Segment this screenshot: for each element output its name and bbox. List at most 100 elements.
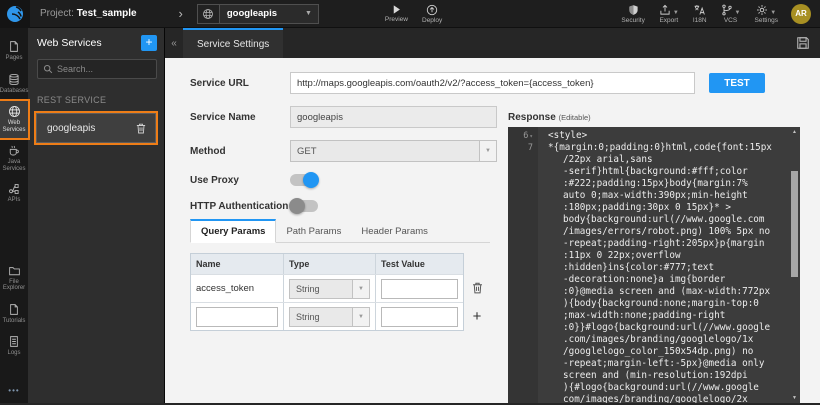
deploy-upload-icon bbox=[426, 4, 438, 16]
column-header-type: Type bbox=[284, 254, 376, 274]
chevron-down-icon: ▼ bbox=[673, 10, 679, 16]
branch-icon bbox=[721, 4, 733, 16]
table-header-row: Name Type Test Value bbox=[191, 254, 463, 274]
deploy-button[interactable]: Deploy bbox=[422, 4, 442, 24]
gear-icon bbox=[756, 4, 768, 16]
page-icon bbox=[8, 40, 20, 53]
search-icon bbox=[43, 64, 53, 74]
service-url-label: Service URL bbox=[190, 78, 290, 89]
sidebar-item-logs[interactable]: Logs bbox=[0, 331, 28, 362]
scroll-up-arrow[interactable]: ▲ bbox=[789, 129, 800, 135]
export-button[interactable]: ▼ Export bbox=[659, 4, 679, 24]
column-header-name: Name bbox=[191, 254, 284, 274]
response-label: Response (Editable) bbox=[508, 112, 820, 123]
use-proxy-toggle[interactable] bbox=[290, 174, 318, 186]
trash-icon bbox=[471, 281, 484, 295]
api-nodes-icon bbox=[8, 183, 20, 195]
service-list-item-googleapis[interactable]: googleapis bbox=[36, 113, 156, 143]
tab-bar: « Service Settings bbox=[165, 28, 820, 58]
new-param-test-value-input[interactable] bbox=[381, 307, 458, 327]
sidebar-more-button[interactable]: ••• bbox=[0, 386, 28, 395]
chevron-down-icon: ▼ bbox=[352, 308, 369, 326]
new-param-name-input[interactable] bbox=[196, 307, 278, 327]
add-service-button[interactable]: + bbox=[141, 35, 157, 51]
test-button[interactable]: TEST bbox=[709, 73, 765, 93]
play-icon bbox=[391, 4, 402, 15]
translate-icon bbox=[693, 4, 706, 16]
project-name: Test_sample bbox=[77, 8, 137, 19]
http-auth-label: HTTP Authentication bbox=[190, 201, 290, 212]
sidebar-item-file-explorer[interactable]: File Explorer bbox=[0, 261, 28, 297]
security-button[interactable]: Security bbox=[621, 4, 644, 24]
query-params-table: Name Type Test Value access_token String… bbox=[190, 253, 464, 331]
use-proxy-label: Use Proxy bbox=[190, 175, 290, 186]
http-authentication-toggle[interactable] bbox=[290, 200, 318, 212]
scrollbar-thumb[interactable] bbox=[791, 171, 798, 277]
shield-icon bbox=[628, 4, 639, 16]
table-row: String ▼ bbox=[191, 302, 463, 330]
tab-query-params[interactable]: Query Params bbox=[190, 219, 276, 243]
chevron-down-icon: ▼ bbox=[352, 280, 369, 298]
selected-service: googleapis bbox=[220, 8, 305, 19]
top-bar: Project: Test_sample › googleapis ▼ Prev… bbox=[0, 0, 820, 28]
method-select[interactable]: GET ▼ bbox=[290, 140, 497, 162]
search-input[interactable] bbox=[57, 64, 151, 74]
globe-icon bbox=[8, 105, 21, 118]
sidebar-item-java-services[interactable]: Java Services bbox=[0, 140, 28, 177]
panel-title: Web Services bbox=[37, 37, 141, 49]
globe-icon bbox=[198, 5, 220, 23]
response-editor[interactable]: 6▾<style>7*{margin:0;padding:0}html,code… bbox=[508, 127, 800, 403]
settings-button[interactable]: ▼ Settings bbox=[755, 4, 779, 24]
param-test-value-input[interactable] bbox=[381, 279, 458, 299]
scroll-down-arrow[interactable]: ▼ bbox=[789, 395, 800, 401]
service-url-input[interactable] bbox=[290, 72, 695, 94]
user-avatar[interactable]: AR bbox=[791, 4, 811, 24]
service-selector-dropdown[interactable]: googleapis ▼ bbox=[197, 4, 319, 24]
page-icon bbox=[8, 303, 20, 316]
document-lines-icon bbox=[8, 335, 20, 348]
app-logo[interactable] bbox=[0, 0, 30, 28]
vcs-button[interactable]: ▼ VCS bbox=[721, 4, 741, 24]
editor-scrollbar[interactable]: ▲ ▼ bbox=[789, 127, 800, 403]
rest-service-section-label: REST SERVICE bbox=[37, 95, 155, 105]
folder-icon bbox=[8, 265, 21, 277]
method-label: Method bbox=[190, 146, 290, 157]
service-name-label: Service Name bbox=[190, 112, 290, 123]
param-type-select[interactable]: String ▼ bbox=[289, 279, 370, 299]
tab-service-settings[interactable]: Service Settings bbox=[183, 28, 283, 58]
service-name-input bbox=[290, 106, 497, 128]
column-header-test-value: Test Value bbox=[376, 254, 463, 274]
service-settings-content: Service URL TEST Service Name Method GET… bbox=[165, 58, 820, 403]
chevron-down-icon: ▼ bbox=[770, 10, 776, 16]
save-icon[interactable] bbox=[796, 36, 810, 50]
database-icon bbox=[8, 73, 20, 86]
web-services-panel: Web Services + REST SERVICE googleapis bbox=[28, 28, 165, 403]
i18n-button[interactable]: I18N bbox=[693, 4, 707, 24]
wavemaker-logo-icon bbox=[6, 5, 24, 23]
service-item-label: googleapis bbox=[47, 123, 135, 134]
collapse-panel-button[interactable]: « bbox=[165, 38, 183, 49]
tab-header-params[interactable]: Header Params bbox=[351, 221, 438, 242]
response-editor-lines: 6▾<style>7*{margin:0;padding:0}html,code… bbox=[508, 127, 800, 403]
sidebar-item-apis[interactable]: APIs bbox=[0, 179, 28, 209]
add-param-button[interactable]: + bbox=[464, 302, 490, 330]
sidebar-item-web-services[interactable]: Web Services bbox=[0, 101, 28, 138]
new-param-type-select[interactable]: String ▼ bbox=[289, 307, 370, 327]
tab-path-params[interactable]: Path Params bbox=[276, 221, 351, 242]
params-tabs: Query Params Path Params Header Params bbox=[190, 218, 490, 243]
preview-button[interactable]: Preview bbox=[385, 4, 408, 23]
chevron-down-icon: ▼ bbox=[479, 141, 496, 161]
param-name: access_token bbox=[191, 275, 284, 302]
coffee-cup-icon bbox=[8, 144, 20, 157]
chevron-down-icon: ▼ bbox=[735, 10, 741, 16]
service-search[interactable] bbox=[37, 59, 157, 79]
project-breadcrumb: Project: Test_sample bbox=[40, 8, 137, 19]
export-icon bbox=[659, 4, 671, 16]
delete-param-button[interactable] bbox=[464, 274, 490, 302]
sidebar-item-pages[interactable]: Pages bbox=[0, 36, 28, 67]
breadcrumb-chevron-icon: › bbox=[179, 6, 183, 21]
sidebar-item-tutorials[interactable]: Tutorials bbox=[0, 299, 28, 330]
trash-icon[interactable] bbox=[135, 122, 147, 135]
sidebar-item-databases[interactable]: Databases bbox=[0, 69, 28, 100]
left-icon-sidebar: Pages Databases Web Services Java Servic… bbox=[0, 28, 28, 403]
